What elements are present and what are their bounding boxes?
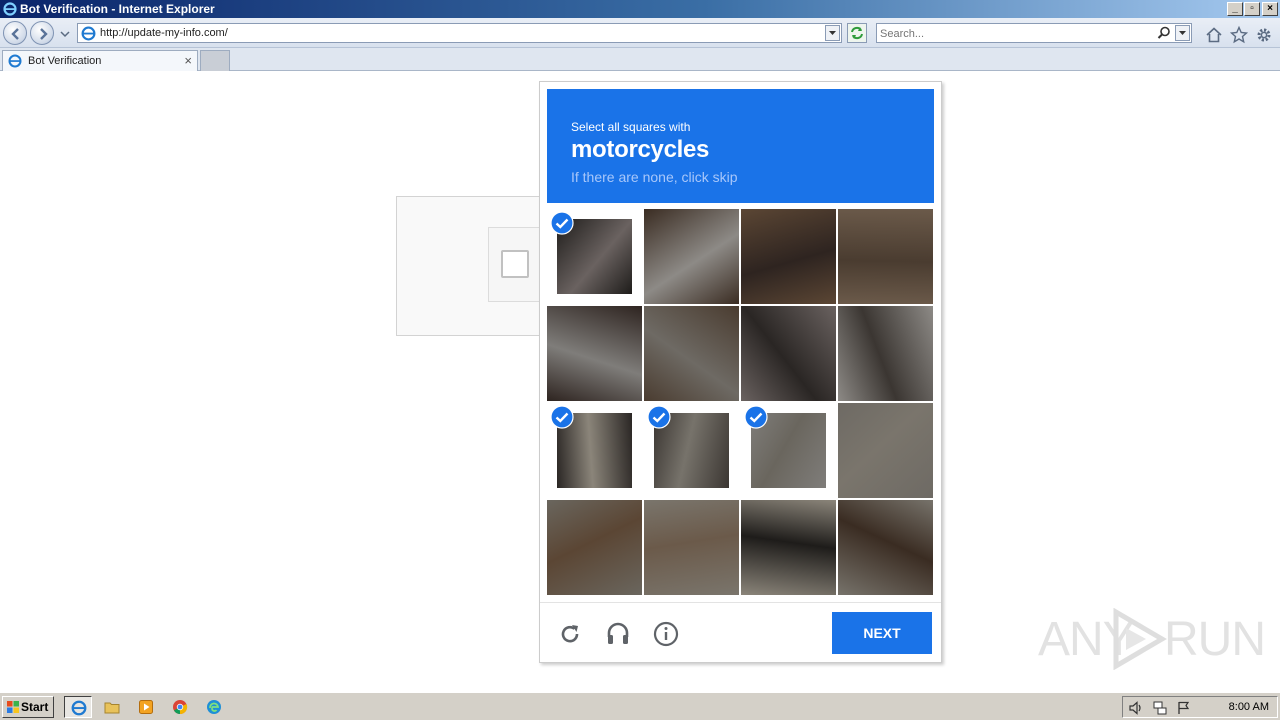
home-icon[interactable]: [1205, 26, 1223, 44]
taskbar-app-media-player[interactable]: [132, 696, 160, 718]
compat-refresh-button[interactable]: [847, 23, 867, 43]
info-icon[interactable]: [653, 621, 679, 647]
challenge-tile[interactable]: [838, 306, 933, 401]
address-text[interactable]: http://update-my-info.com/: [100, 27, 228, 39]
challenge-tile[interactable]: [741, 500, 836, 595]
checkmark-icon: [744, 405, 768, 429]
gear-icon[interactable]: [1255, 26, 1273, 44]
taskbar-app-chrome[interactable]: [166, 696, 194, 718]
navigation-bar: http://update-my-info.com/: [0, 18, 1280, 48]
edge-icon: [207, 700, 221, 714]
action-center-flag-icon[interactable]: [1176, 700, 1192, 716]
taskbar-app-edge[interactable]: [200, 696, 228, 718]
tab-label: Bot Verification: [28, 55, 102, 67]
tile-image: [838, 209, 933, 304]
chrome-icon: [173, 700, 188, 715]
challenge-tile[interactable]: [644, 403, 739, 498]
checkmark-icon: [550, 211, 574, 235]
search-dropdown-button[interactable]: [1175, 25, 1190, 41]
next-button[interactable]: NEXT: [832, 612, 932, 654]
tile-image: [838, 306, 933, 401]
challenge-tile[interactable]: [644, 500, 739, 595]
challenge-tile[interactable]: [741, 209, 836, 304]
image-challenge-dialog: Select all squares with motorcycles If t…: [539, 81, 942, 663]
back-button[interactable]: [3, 21, 27, 45]
anyrun-watermark: ANY RUN: [1038, 606, 1266, 672]
search-icon[interactable]: [1157, 26, 1171, 40]
tile-image: [644, 209, 739, 304]
tab-close-icon[interactable]: ×: [184, 53, 192, 68]
forward-button[interactable]: [30, 21, 54, 45]
minimize-button[interactable]: _: [1227, 2, 1243, 16]
search-box[interactable]: [876, 23, 1192, 43]
checkmark-icon: [550, 405, 574, 429]
arrow-left-icon: [11, 28, 19, 40]
favorites-star-icon[interactable]: [1230, 26, 1248, 44]
search-input[interactable]: [880, 26, 1150, 41]
taskbar: Start 8:00 AM: [0, 692, 1280, 720]
restore-button[interactable]: ▫: [1244, 2, 1260, 16]
ie-logo-icon: [3, 2, 17, 16]
start-label: Start: [21, 700, 49, 714]
challenge-tile[interactable]: [741, 306, 836, 401]
challenge-prompt: Select all squares with: [571, 120, 691, 134]
windows-flag-icon: [7, 701, 19, 713]
not-a-robot-checkbox[interactable]: [501, 250, 529, 278]
tile-image: [547, 306, 642, 401]
tile-image: [838, 500, 933, 595]
taskbar-app-ie[interactable]: [64, 696, 92, 718]
tile-image: [741, 209, 836, 304]
challenge-target: motorcycles: [571, 136, 710, 163]
window-title: Bot Verification - Internet Explorer: [20, 2, 215, 16]
tab-bot-verification[interactable]: Bot Verification ×: [2, 50, 198, 71]
history-dropdown-icon[interactable]: [60, 30, 70, 38]
challenge-tile[interactable]: [547, 403, 642, 498]
tile-image: [741, 306, 836, 401]
challenge-image-grid: [547, 209, 934, 596]
tile-image: [547, 500, 642, 595]
challenge-tile[interactable]: [838, 500, 933, 595]
ie-page-icon: [81, 26, 96, 41]
tile-image: [838, 403, 933, 498]
tile-image: [644, 306, 739, 401]
play-triangle-icon: [1113, 608, 1167, 670]
challenge-tile[interactable]: [838, 209, 933, 304]
challenge-tile[interactable]: [547, 209, 642, 304]
challenge-header: Select all squares with motorcycles If t…: [547, 89, 934, 203]
chevron-down-icon: [1179, 31, 1186, 35]
challenge-tile[interactable]: [741, 403, 836, 498]
ie-page-icon: [8, 54, 22, 68]
tile-image: [644, 500, 739, 595]
challenge-tile[interactable]: [547, 500, 642, 595]
speaker-icon[interactable]: [1128, 700, 1144, 716]
tab-bar: Bot Verification ×: [0, 48, 1280, 71]
footer-divider: [540, 602, 941, 603]
arrow-right-icon: [40, 28, 48, 40]
refresh-arrows-icon: [851, 26, 863, 40]
watermark-text-right: RUN: [1164, 613, 1266, 666]
challenge-tile[interactable]: [644, 209, 739, 304]
challenge-tile[interactable]: [547, 306, 642, 401]
ie-logo-icon: [71, 700, 87, 716]
reload-icon[interactable]: [557, 621, 583, 647]
start-button[interactable]: Start: [2, 696, 54, 718]
media-player-icon: [139, 700, 153, 714]
challenge-tile[interactable]: [644, 306, 739, 401]
close-button[interactable]: ×: [1262, 2, 1278, 16]
clock: 8:00 AM: [1228, 701, 1269, 713]
tile-image: [741, 500, 836, 595]
window-titlebar: Bot Verification - Internet Explorer _ ▫…: [0, 0, 1280, 18]
address-bar[interactable]: http://update-my-info.com/: [77, 23, 842, 43]
folder-icon: [104, 702, 120, 714]
challenge-hint: If there are none, click skip: [571, 169, 738, 185]
system-tray: 8:00 AM: [1122, 696, 1278, 718]
headphones-icon[interactable]: [605, 621, 631, 647]
checkmark-icon: [647, 405, 671, 429]
new-tab-button[interactable]: [200, 50, 230, 71]
chevron-down-icon: [829, 31, 836, 35]
network-icon[interactable]: [1152, 700, 1168, 716]
taskbar-app-explorer[interactable]: [98, 696, 126, 718]
address-dropdown-button[interactable]: [825, 25, 840, 41]
challenge-tile[interactable]: [838, 403, 933, 498]
